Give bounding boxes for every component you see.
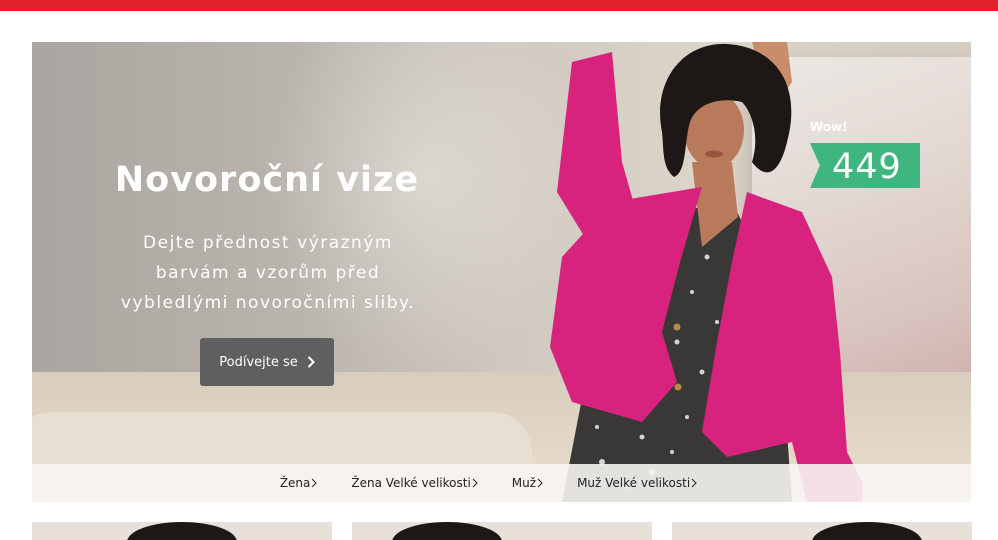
chevron-right-icon [311, 478, 318, 488]
view-collection-button[interactable]: Podívejte se [200, 338, 334, 386]
card-image [812, 522, 922, 540]
card-image [392, 522, 502, 540]
hero-subtitle: Dejte přednost výrazným barvám a vzorům … [108, 228, 428, 318]
category-link-zena[interactable]: Žena [280, 476, 318, 490]
product-card[interactable] [32, 522, 332, 540]
category-link-muz-velke-velikosti[interactable]: Muž Velké velikosti [577, 476, 697, 490]
chevron-right-icon [691, 478, 697, 488]
category-link-label: Žena Velké velikosti [351, 476, 471, 490]
hero-model-image [550, 42, 862, 502]
product-card[interactable] [352, 522, 652, 540]
hero-banner[interactable]: Novoroční vize Dejte přednost výrazným b… [32, 42, 971, 502]
promo-top-bar [0, 0, 998, 11]
category-link-label: Muž Velké velikosti [577, 476, 691, 490]
category-nav: Žena Žena Velké velikosti Muž Muž Velké … [32, 464, 971, 502]
category-link-muz[interactable]: Muž [512, 476, 543, 490]
category-link-label: Muž [511, 476, 537, 490]
product-card[interactable] [672, 522, 972, 540]
hero-title: Novoroční vize [114, 160, 420, 200]
chevron-right-icon [472, 478, 478, 488]
card-image [127, 522, 237, 540]
hero-subtitle-line: vybledlými novoročními sliby. [120, 293, 416, 313]
hero-subtitle-line: Dejte přednost výrazným [143, 233, 393, 253]
category-link-zena-velke-velikosti[interactable]: Žena Velké velikosti [351, 476, 478, 490]
view-collection-label: Podívejte se [219, 354, 298, 370]
category-link-label: Žena [279, 476, 311, 490]
price-badge-eyebrow: Wow! [810, 120, 848, 134]
chevron-right-icon [537, 478, 543, 488]
hero-subtitle-line: barvám a vzorům před [155, 263, 381, 283]
price-value: 449 [832, 147, 902, 187]
chevron-right-icon [307, 356, 315, 368]
